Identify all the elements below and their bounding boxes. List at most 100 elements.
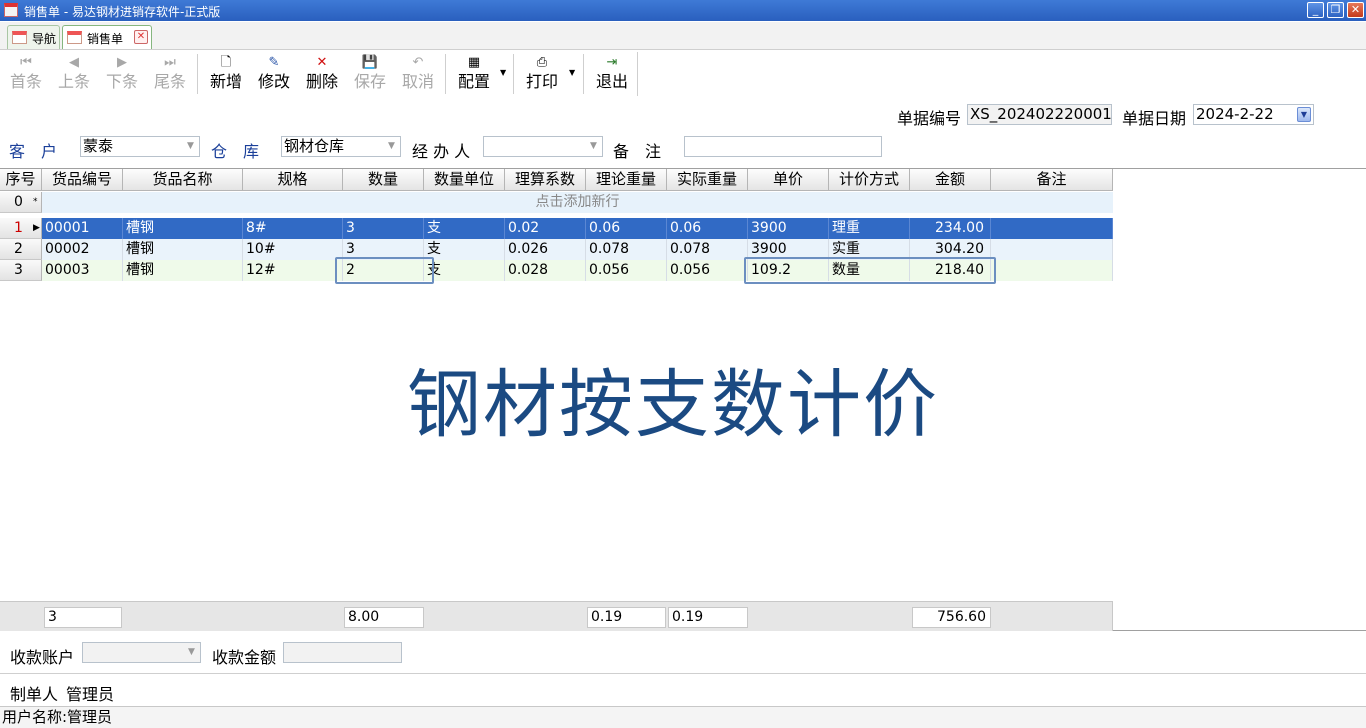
- cell-price[interactable]: 3900: [748, 218, 829, 239]
- cell-remark[interactable]: [991, 239, 1113, 260]
- config-dropdown-icon[interactable]: ▼: [500, 68, 506, 77]
- col-header[interactable]: 单价: [748, 169, 829, 191]
- cell-name[interactable]: 槽钢: [123, 218, 243, 239]
- total-amount: 756.60: [912, 607, 991, 628]
- cell-name[interactable]: 槽钢: [123, 239, 243, 260]
- new-row[interactable]: 0 * 点击添加新行: [0, 192, 1113, 213]
- cell-unit[interactable]: 支: [424, 218, 505, 239]
- row-number: 2: [0, 239, 42, 260]
- cell-code[interactable]: 00003: [42, 260, 123, 281]
- total-actual-weight: 0.19: [668, 607, 748, 628]
- table-row[interactable]: 1 ▶ 00001 槽钢 8# 3 支 0.02 0.06 0.06 3900 理…: [0, 218, 1113, 239]
- last-record-button[interactable]: ⏭ 尾条: [150, 54, 190, 94]
- total-count: 3: [44, 607, 122, 628]
- customer-select[interactable]: 蒙泰 ▼: [80, 136, 200, 157]
- col-header[interactable]: 计价方式: [829, 169, 910, 191]
- print-dropdown-icon[interactable]: ▼: [569, 68, 575, 77]
- overlay-banner: 钢材按支数计价: [407, 362, 939, 448]
- col-header[interactable]: 数量: [343, 169, 424, 191]
- remark-field[interactable]: [684, 136, 882, 157]
- add-new-row-link[interactable]: 点击添加新行: [42, 192, 1113, 213]
- add-button[interactable]: 🗋 新增: [206, 54, 246, 94]
- cell-unit[interactable]: 支: [424, 260, 505, 281]
- col-header[interactable]: 实际重量: [667, 169, 748, 191]
- edit-button[interactable]: ✎ 修改: [254, 54, 294, 94]
- chevron-down-icon: ▼: [388, 141, 395, 151]
- col-header[interactable]: 理论重量: [586, 169, 667, 191]
- exit-button[interactable]: ⇥ 退出: [592, 54, 632, 94]
- restore-button[interactable]: ❐: [1327, 2, 1344, 18]
- calendar-dropdown-icon[interactable]: ▼: [1297, 107, 1311, 122]
- cell-coef[interactable]: 0.028: [505, 260, 586, 281]
- doc-date-field[interactable]: 2024-2-22 ▼: [1193, 104, 1314, 125]
- customer-value: 蒙泰: [83, 137, 114, 155]
- doc-no-field[interactable]: XS_202402220001: [967, 104, 1112, 125]
- cell-actual-weight[interactable]: 0.06: [667, 218, 748, 239]
- first-record-button[interactable]: ⏮ 首条: [6, 54, 46, 94]
- cell-spec[interactable]: 12#: [243, 260, 343, 281]
- row-number: 3: [0, 260, 42, 281]
- col-header[interactable]: 备注: [991, 169, 1113, 191]
- warehouse-label: 仓 库: [211, 142, 260, 161]
- col-header[interactable]: 规格: [243, 169, 343, 191]
- tab-close-icon[interactable]: ✕: [134, 30, 148, 44]
- cancel-button[interactable]: ↶ 取消: [398, 54, 438, 94]
- col-header[interactable]: 序号: [0, 169, 42, 191]
- cell-theo-weight[interactable]: 0.078: [586, 239, 667, 260]
- app-icon: [4, 3, 18, 17]
- cell-actual-weight[interactable]: 0.056: [667, 260, 748, 281]
- next-record-button[interactable]: ▶ 下条: [102, 54, 142, 94]
- cancel-label: 取消: [401, 72, 434, 91]
- cell-remark[interactable]: [991, 218, 1113, 239]
- col-header[interactable]: 货品编号: [42, 169, 123, 191]
- cell-amount[interactable]: 234.00: [910, 218, 991, 239]
- print-button[interactable]: ⎙ 打印: [522, 54, 562, 94]
- tab-label: 导航: [32, 32, 57, 46]
- tab-navigation[interactable]: 导航: [7, 25, 60, 49]
- account-select[interactable]: ▼: [82, 642, 201, 663]
- cell-coef[interactable]: 0.02: [505, 218, 586, 239]
- window-title: 销售单 - 易达钢材进销存软件-正式版: [24, 5, 221, 19]
- status-user: 用户名称:管理员: [2, 708, 113, 726]
- toolbar-divider: [445, 54, 446, 94]
- undo-icon: ↶: [412, 55, 424, 70]
- col-header[interactable]: 货品名称: [123, 169, 243, 191]
- cell-theo-weight[interactable]: 0.056: [586, 260, 667, 281]
- chevron-down-icon: ▼: [187, 141, 194, 151]
- delete-button[interactable]: ✕ 删除: [302, 54, 342, 94]
- toolbar-divider: [583, 54, 584, 94]
- items-grid: 序号 货品编号 货品名称 规格 数量 数量单位 理算系数 理论重量 实际重量 单…: [0, 168, 1366, 631]
- close-button[interactable]: ✕: [1347, 2, 1364, 18]
- doc-date-value: 2024-2-22: [1196, 105, 1274, 123]
- cell-coef[interactable]: 0.026: [505, 239, 586, 260]
- tab-sales-order[interactable]: 销售单 ✕: [62, 25, 152, 49]
- toolbar: ⏮ 首条 ◀ 上条 ▶ 下条 ⏭ 尾条 🗋 新增 ✎ 修改 ✕ 删除 💾 保存 …: [0, 50, 640, 96]
- printer-icon: ⎙: [536, 55, 548, 70]
- customer-label: 客 户: [9, 142, 58, 161]
- prev-record-button[interactable]: ◀ 上条: [54, 54, 94, 94]
- cell-spec[interactable]: 8#: [243, 218, 343, 239]
- minimize-button[interactable]: _: [1307, 2, 1324, 18]
- grid-config-icon: ▦: [467, 55, 481, 70]
- exit-label: 退出: [595, 72, 628, 91]
- cell-actual-weight[interactable]: 0.078: [667, 239, 748, 260]
- col-header[interactable]: 金额: [910, 169, 991, 191]
- cell-code[interactable]: 00002: [42, 239, 123, 260]
- cell-method[interactable]: 理重: [829, 218, 910, 239]
- maker-value: 管理员: [66, 685, 115, 704]
- title-bar: 销售单 - 易达钢材进销存软件-正式版 _ ❐ ✕: [0, 0, 1366, 21]
- cell-spec[interactable]: 10#: [243, 239, 343, 260]
- payment-amount-field[interactable]: [283, 642, 402, 663]
- cell-name[interactable]: 槽钢: [123, 260, 243, 281]
- cell-qty[interactable]: 3: [343, 218, 424, 239]
- col-header[interactable]: 理算系数: [505, 169, 586, 191]
- col-header[interactable]: 数量单位: [424, 169, 505, 191]
- handler-select[interactable]: ▼: [483, 136, 603, 157]
- warehouse-select[interactable]: 钢材仓库 ▼: [281, 136, 401, 157]
- cell-theo-weight[interactable]: 0.06: [586, 218, 667, 239]
- cell-remark[interactable]: [991, 260, 1113, 281]
- config-button[interactable]: ▦ 配置: [454, 54, 494, 94]
- save-button[interactable]: 💾 保存: [350, 54, 390, 94]
- cell-code[interactable]: 00001: [42, 218, 123, 239]
- cell-unit[interactable]: 支: [424, 239, 505, 260]
